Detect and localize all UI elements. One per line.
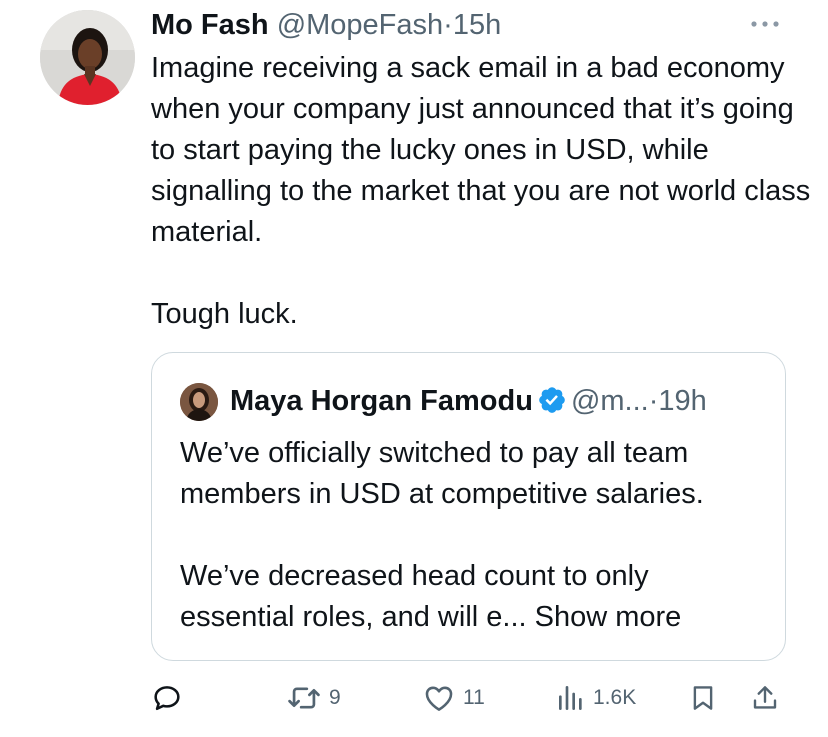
share-button[interactable] [750,678,780,718]
quoted-tweet-header: Maya Horgan Famodu @m...·19h [230,382,707,420]
like-icon [425,686,453,711]
views-button[interactable]: 1.6K [555,678,636,718]
tweet-header: Mo Fash @MopeFash·15h [151,7,501,43]
more-options-button[interactable] [746,14,784,34]
reply-icon [154,686,180,711]
header-separator: · [443,9,453,41]
quoted-tweet-timestamp: 19h [658,385,707,417]
verified-badge-icon [539,387,565,413]
bookmark-button[interactable] [688,678,718,718]
quoted-tweet-card[interactable]: Maya Horgan Famodu @m...·19h We’ve offic… [151,352,786,661]
views-icon [559,686,582,710]
quoted-header-separator: · [648,385,659,417]
quoted-author-avatar [180,383,218,421]
quoted-author-name: Maya Horgan Famodu [230,385,533,417]
reply-button[interactable] [150,678,190,718]
like-button[interactable]: 11 [421,678,485,718]
quoted-tweet-text: We’ve officially switched to pay all tea… [180,433,770,638]
author-name[interactable]: Mo Fash [151,9,269,41]
views-count: 1.6K [593,686,637,709]
tweet-timestamp[interactable]: 15h [453,9,501,41]
bookmark-icon [693,686,713,710]
repost-count: 9 [329,686,341,709]
author-avatar[interactable] [40,10,135,105]
quoted-paragraph: We’ve officially switched to pay all tea… [180,437,704,510]
like-count: 11 [463,686,485,709]
tweet-paragraph: Tough luck. [151,298,298,330]
share-icon [753,686,777,709]
more-icon [751,21,779,27]
repost-button[interactable]: 9 [285,678,341,718]
quoted-paragraph: We’ve decreased head count to only essen… [180,556,770,638]
quoted-author-handle: @m... [570,385,649,417]
tweet-paragraph: Imagine receiving a sack email in a bad … [151,52,811,248]
tweet-text: Imagine receiving a sack email in a bad … [151,48,811,335]
tweet-action-bar: 9 11 1.6K [0,670,828,726]
author-handle[interactable]: @MopeFash [277,9,443,41]
repost-icon [288,687,320,709]
show-more-link[interactable]: Show more [535,601,682,633]
